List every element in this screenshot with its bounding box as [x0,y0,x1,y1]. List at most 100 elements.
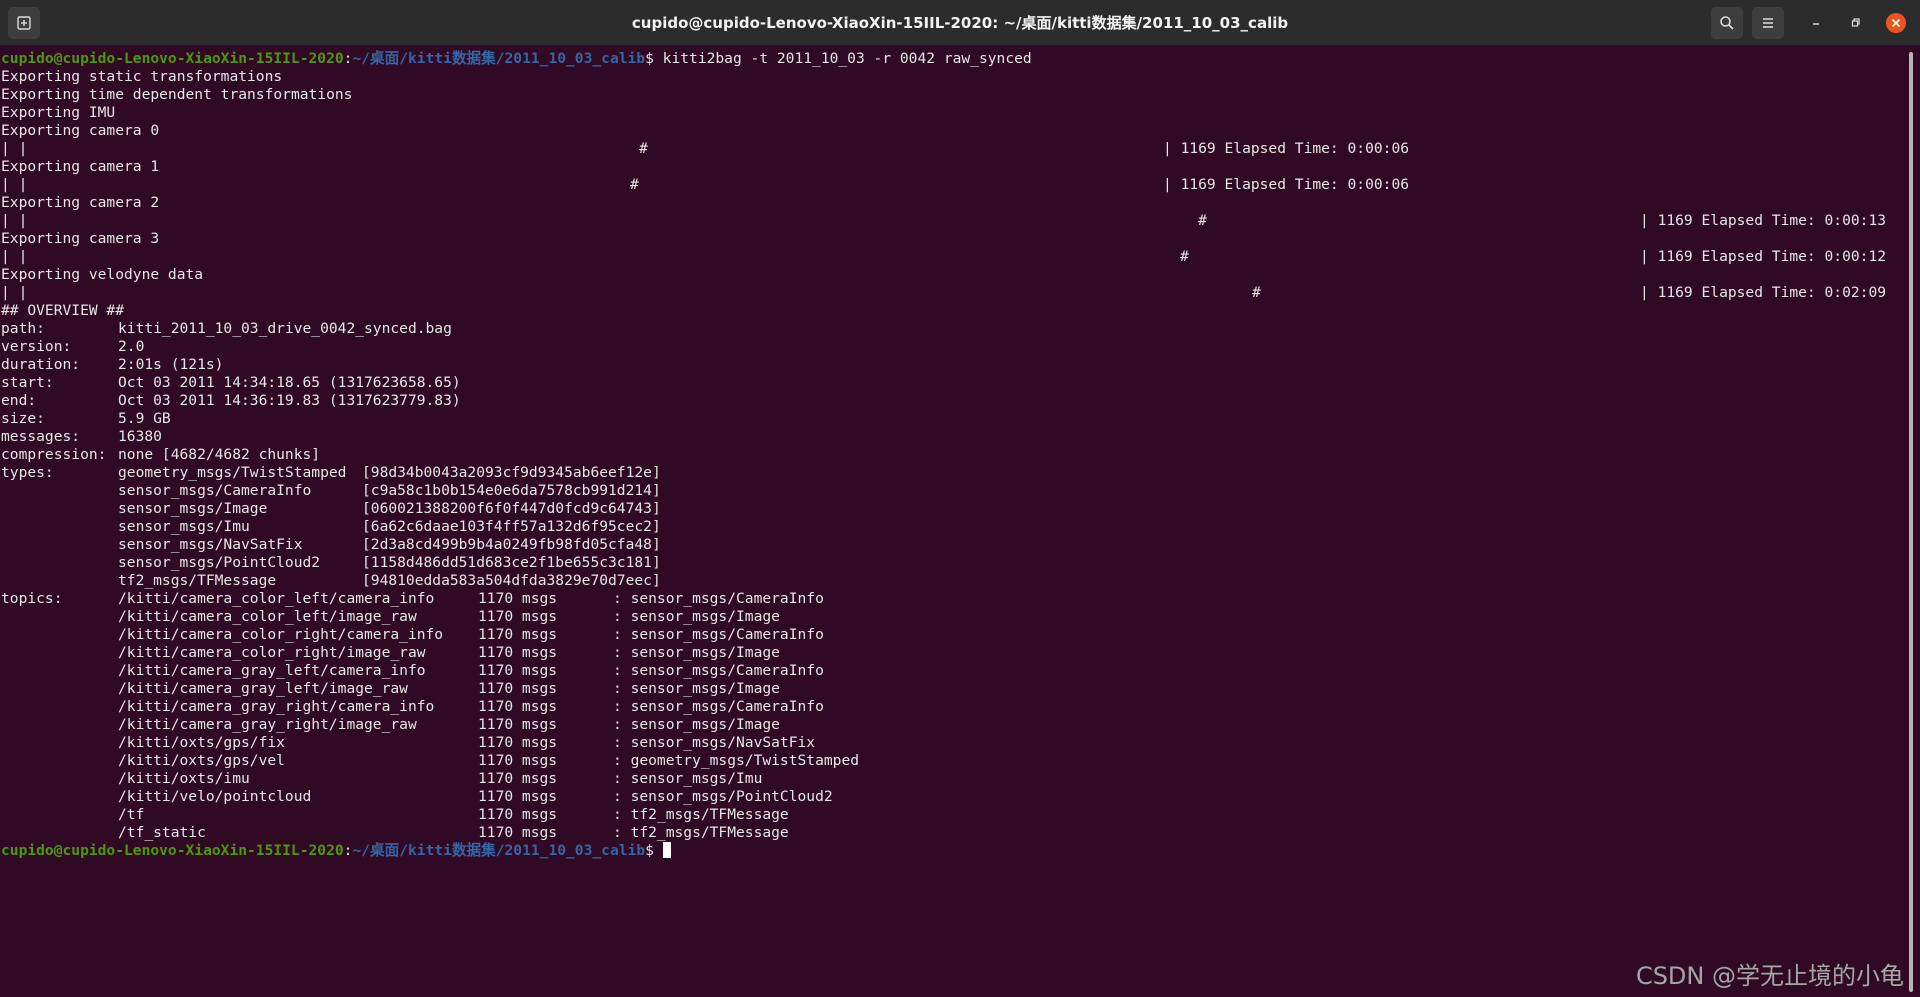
prompt-dollar: $ [645,842,663,859]
topic-name: /kitti/camera_gray_right/camera_info [118,698,435,715]
topic-count: 1170 msgs [478,716,558,733]
type-name: geometry_msgs/TwistStamped [118,464,347,481]
overview-messages: messages: 16380 [1,428,1906,446]
progress-bar-start: | | [1,176,28,193]
output-line: Exporting camera 2 [1,194,160,211]
progress-bar-camera-1: | | # | 1169 Elapsed Time: 0:00:06 [1,176,1906,194]
command-text: kitti2bag -t 2011_10_03 -r 0042 raw_sync… [662,50,1032,67]
search-icon [1720,16,1734,30]
type-hash: [060021388200f6f0f447d0fcd9c64743] [362,500,661,517]
text-cursor [662,842,671,858]
topic-type: : tf2_msgs/TFMessage [613,824,789,841]
close-button[interactable] [1886,13,1906,33]
progress-bar-start: | | [1,140,28,157]
types-row: sensor_msgs/PointCloud2 [1158d486dd51d683… [1,554,1906,572]
topic-name: /kitti/camera_gray_right/image_raw [118,716,417,733]
output-line: Exporting IMU [1,104,116,121]
type-name: sensor_msgs/PointCloud2 [118,554,321,571]
prompt-path: ~/桌面/kitti数据集/2011_10_03_calib [352,50,646,67]
types-key: types: [1,464,54,481]
prompt-line[interactable]: cupido@cupido-Lenovo-XiaoXin-15IIL-2020:… [1,842,1906,860]
topic-type: : sensor_msgs/NavSatFix [613,734,816,751]
overview-start: start: Oct 03 2011 14:34:18.65 (131762365… [1,374,1906,392]
progress-hash: # [1180,248,1189,265]
topic-type: : sensor_msgs/CameraInfo [613,590,824,607]
progress-bar-camera-3: | | # | 1169 Elapsed Time: 0:00:12 [1,248,1906,266]
topic-count: 1170 msgs [478,680,558,697]
topic-count: 1170 msgs [478,626,558,643]
menu-button[interactable] [1752,7,1784,39]
topic-type: : sensor_msgs/Image [613,680,780,697]
topics-row: /tf 1170 msgs: tf2_msgs/TFMessage [1,806,1906,824]
progress-hash: # [630,176,639,193]
progress-bar-start: | | [1,284,28,301]
overview-key: duration: [1,356,81,373]
progress-bar-velodyne: | | # | 1169 Elapsed Time: 0:02:09 [1,284,1906,302]
topic-name: /kitti/oxts/gps/vel [118,752,285,769]
minimize-button[interactable] [1800,7,1832,39]
topic-count: 1170 msgs [478,752,558,769]
types-row: sensor_msgs/Imu [6a62c6daae103f4ff57a132d… [1,518,1906,536]
topics-row: /tf_static 1170 msgs: tf2_msgs/TFMessage [1,824,1906,842]
type-hash: [94810edda583a504dfda3829e70d7eec] [362,572,661,589]
topic-type: : sensor_msgs/Imu [613,770,763,787]
search-button[interactable] [1711,7,1743,39]
progress-elapsed: | 1169 Elapsed Time: 0:00:13 [1640,212,1887,229]
overview-path: path: kitti_2011_10_03_drive_0042_synced.… [1,320,1906,338]
topics-row: /kitti/camera_gray_left/camera_info 1170 … [1,662,1906,680]
prompt-path: ~/桌面/kitti数据集/2011_10_03_calib [352,842,646,859]
topic-name: /kitti/camera_color_right/camera_info [118,626,444,643]
topic-name: /kitti/camera_color_right/image_raw [118,644,426,661]
output-line: Exporting camera 0 [1,122,160,139]
overview-value: none [4682/4682 chunks] [118,446,321,463]
output-line: Exporting time dependent transformations [1,86,353,103]
overview-key: start: [1,374,54,391]
overview-key: messages: [1,428,81,445]
type-name: tf2_msgs/TFMessage [118,572,277,589]
topic-type: : sensor_msgs/Image [613,716,780,733]
type-hash: [6a62c6daae103f4ff57a132d6f95cec2] [362,518,661,535]
topic-count: 1170 msgs [478,644,558,661]
overview-value: Oct 03 2011 14:34:18.65 (1317623658.65) [118,374,461,391]
overview-header: ## OVERVIEW ## [1,302,125,319]
type-name: sensor_msgs/Image [118,500,268,517]
type-name: sensor_msgs/NavSatFix [118,536,303,553]
overview-value: 5.9 GB [118,410,171,427]
close-icon [1891,18,1901,28]
types-row: types: geometry_msgs/TwistStamped [98d34b0… [1,464,1906,482]
overview-value: 2:01s (121s) [118,356,224,373]
topic-name: /kitti/camera_gray_left/camera_info [118,662,426,679]
terminal-output[interactable]: cupido@cupido-Lenovo-XiaoXin-15IIL-2020:… [1,50,1906,996]
overview-key: version: [1,338,72,355]
type-hash: [1158d486dd51d683ce2f1be655c3c181] [362,554,661,571]
overview-end: end: Oct 03 2011 14:36:19.83 (1317623779.… [1,392,1906,410]
maximize-button[interactable] [1840,7,1872,39]
type-hash: [98d34b0043a2093cf9d9345ab6eef12e] [362,464,661,481]
topic-count: 1170 msgs [478,770,558,787]
progress-hash: # [1252,284,1261,301]
progress-bar-camera-2: | | # | 1169 Elapsed Time: 0:00:13 [1,212,1906,230]
progress-bar-camera-0: | | # | 1169 Elapsed Time: 0:00:06 [1,140,1906,158]
prompt-dollar: $ [645,50,663,67]
output-line: Exporting static transformations [1,68,283,85]
topic-count: 1170 msgs [478,806,558,823]
scrollbar[interactable] [1909,52,1913,992]
topic-name: /kitti/oxts/imu [118,770,250,787]
progress-elapsed: | 1169 Elapsed Time: 0:00:12 [1640,248,1887,265]
overview-key: path: [1,320,45,337]
types-row: tf2_msgs/TFMessage [94810edda583a504dfda3… [1,572,1906,590]
output-line: Exporting camera 1 [1,158,160,175]
topic-type: : sensor_msgs/PointCloud2 [613,788,833,805]
topic-type: : sensor_msgs/Image [613,644,780,661]
terminal-window: cupido@cupido-Lenovo-XiaoXin-15IIL-2020:… [0,0,1920,997]
topic-name: /tf [118,806,145,823]
topics-row: /kitti/oxts/gps/fix 1170 msgs: sensor_msg… [1,734,1906,752]
topics-row: /kitti/camera_gray_right/image_raw 1170 m… [1,716,1906,734]
topics-row: topics: /kitti/camera_color_left/camera_i… [1,590,1906,608]
overview-key: size: [1,410,45,427]
topic-name: /kitti/camera_color_left/camera_info [118,590,435,607]
topic-name: /kitti/velo/pointcloud [118,788,312,805]
topic-count: 1170 msgs [478,698,558,715]
topic-name: /kitti/camera_gray_left/image_raw [118,680,408,697]
topic-count: 1170 msgs [478,590,558,607]
